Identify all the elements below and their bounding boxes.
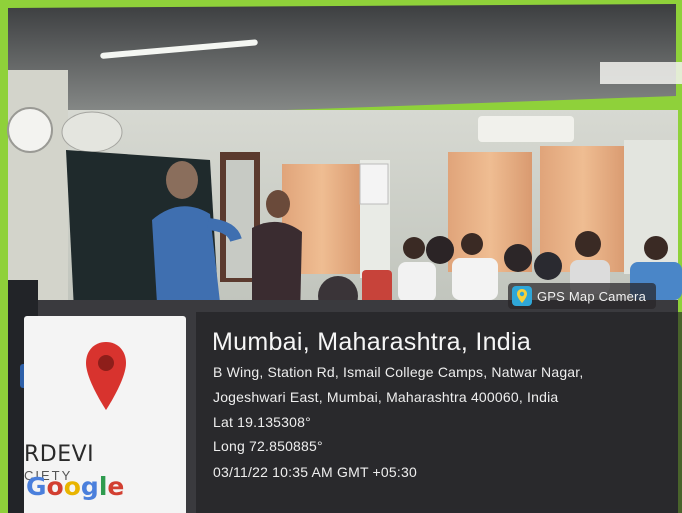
map-street-label: RDEVI	[24, 442, 95, 467]
location-info-panel: Mumbai, Maharashtra, India B Wing, Stati…	[196, 312, 682, 513]
address-line-1: B Wing, Station Rd, Ismail College Camps…	[213, 364, 584, 380]
map-pin-icon	[86, 342, 126, 410]
air-conditioner	[478, 116, 574, 142]
gps-camera-icon	[512, 286, 532, 306]
map-thumbnail[interactable]: RDEVI CIETY Google	[24, 316, 186, 513]
presenter-head	[166, 161, 198, 199]
google-logo: Google	[26, 472, 125, 501]
address-line-2: Jogeshwari East, Mumbai, Maharashtra 400…	[213, 389, 559, 405]
wall-fan	[7, 107, 53, 153]
latitude: Lat 19.135308°	[213, 414, 311, 430]
gps-badge-label: GPS Map Camera	[537, 288, 647, 304]
photo-scene: RDEVI CIETY Google GPS Map Camera Mumbai…	[0, 0, 682, 513]
ceiling-light	[600, 62, 682, 84]
location-title: Mumbai, Maharashtra, India	[212, 328, 532, 356]
gps-map-camera-badge: GPS Map Camera	[508, 283, 657, 309]
longitude: Long 72.850885°	[213, 438, 323, 454]
timestamp: 03/11/22 10:35 AM GMT +05:30	[213, 464, 417, 480]
